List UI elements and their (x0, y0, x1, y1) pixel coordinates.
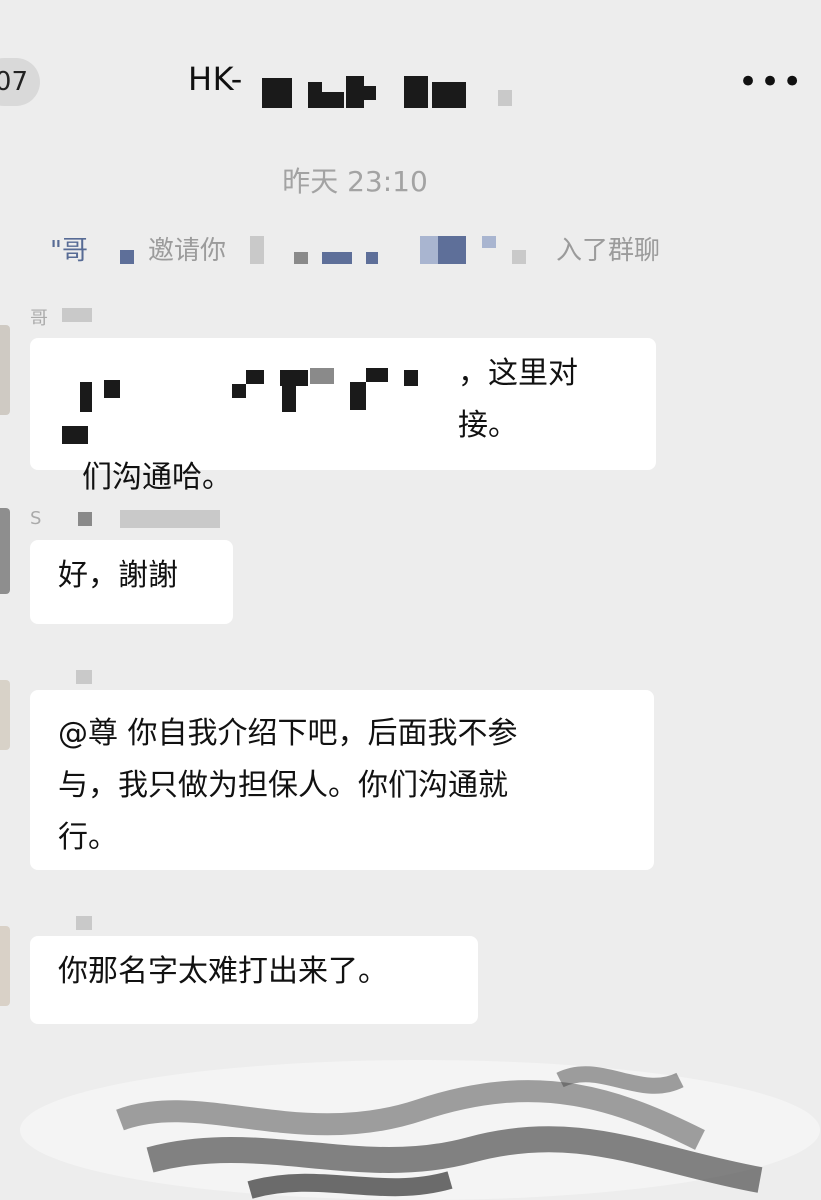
message-line: 与，我只做为担保人。你们沟通就 (58, 768, 508, 803)
timestamp: 昨天 23:10 (282, 165, 428, 198)
message-line: 行。 (58, 820, 118, 855)
more-options-icon[interactable]: ••• (738, 62, 802, 102)
message-line: ，这里对接。 (458, 356, 578, 443)
chat-header: 07 HK- ••• (0, 0, 821, 150)
message-bubble[interactable]: ，这里对接。 们沟通哈。 (30, 338, 656, 495)
chat-title: HK- (188, 60, 243, 98)
system-invite-message: "哥 邀请你 入了群聊 (50, 230, 660, 267)
message-bubble[interactable]: 好，謝謝 (30, 540, 233, 624)
avatar[interactable] (0, 508, 10, 594)
inviter-name[interactable]: "哥 (50, 236, 88, 266)
sender-name: S (30, 508, 42, 529)
avatar[interactable] (0, 325, 10, 415)
message-line: 好，謝謝 (58, 558, 178, 593)
message-line: @尊 你自我介绍下吧，后面我不参 (58, 716, 518, 751)
message-bubble[interactable]: @尊 你自我介绍下吧，后面我不参 与，我只做为担保人。你们沟通就 行。 (30, 690, 654, 870)
redaction-scribble (20, 1060, 820, 1200)
message-bubble[interactable]: 你那名字太难打出来了。 (30, 936, 478, 1024)
message-line: 你那名字太难打出来了。 (58, 954, 388, 989)
avatar[interactable] (0, 680, 10, 750)
invite-text: 邀请你 (147, 236, 226, 266)
message-line: 们沟通哈。 (82, 460, 232, 495)
back-unread-badge[interactable]: 07 (0, 58, 40, 106)
joined-text: 入了群聊 (555, 236, 660, 266)
sender-name: 哥 (30, 308, 48, 329)
avatar[interactable] (0, 926, 10, 1006)
